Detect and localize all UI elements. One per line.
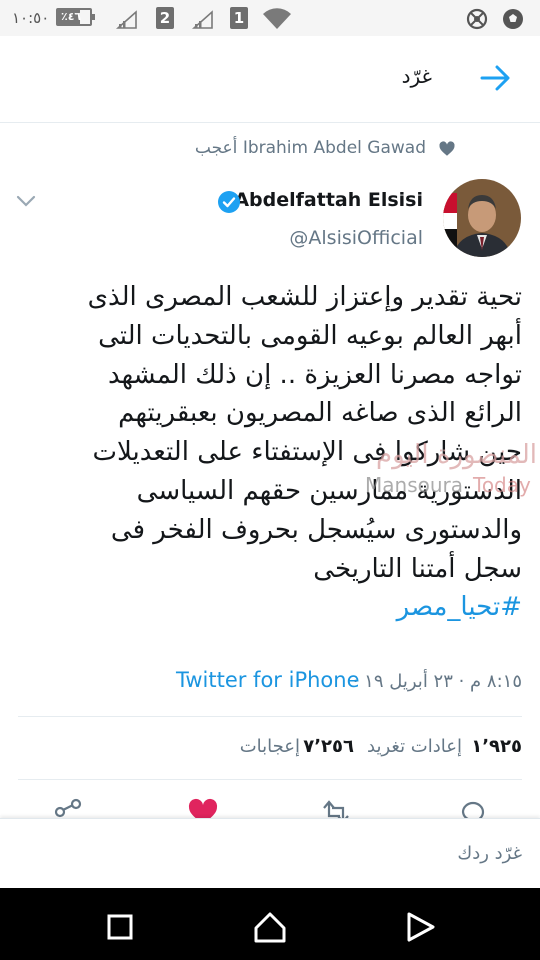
tweet-line: والدستورى سيُسجل بحروف الفخر فى: [110, 514, 522, 545]
liked-by-row: Ibrahim Abdel Gawad أعجب: [0, 138, 540, 162]
tweet-line: حين شاركوا فى الإستفتاء على التعديلات: [92, 437, 522, 468]
author-handle[interactable]: @AlsisiOfficial: [289, 227, 423, 249]
avatar-image: [443, 179, 521, 257]
tweet-text: تحية تقدير وإعتزاز للشعب المصرى الذى أبه…: [18, 278, 522, 627]
tweet-line: تواجه مصرنا العزيزة .. إن ذلك المشهد: [108, 359, 522, 390]
likes-label[interactable]: إعجابات: [240, 736, 300, 757]
android-nav-bar: [0, 888, 540, 960]
retweets-label[interactable]: إعادات تغريد: [367, 736, 462, 757]
tweet-line: الدستورية ممارسين حقهم السياسى: [136, 475, 522, 506]
wifi-icon: [263, 8, 291, 29]
soccer-ball-icon: [503, 9, 523, 29]
tweet-stats: ١٬٩٢٥ إعادات تغريد ٧٬٢٥٦ إعجابات: [0, 734, 540, 762]
tweet-line: أبهر العالم بوعيه القومى بالتحديات التى: [98, 320, 522, 351]
divider: [18, 779, 522, 780]
tweet-header: غرّد: [0, 36, 540, 123]
reply-bar[interactable]: غرّد ردك: [0, 818, 540, 889]
likes-count[interactable]: ٧٬٢٥٦: [303, 736, 354, 757]
tweet-timestamp: ٨:١٥ م · ٢٣ أبريل ١٩ ·: [352, 671, 522, 692]
retweet-icon[interactable]: [320, 798, 352, 818]
retweets-count[interactable]: ١٬٩٢٥: [471, 736, 522, 757]
heart-icon: [439, 141, 455, 156]
liked-by-text[interactable]: Ibrahim Abdel Gawad أعجب: [195, 138, 426, 158]
avatar[interactable]: [443, 179, 521, 257]
chevron-down-icon[interactable]: [14, 192, 38, 210]
hashtag-link[interactable]: #تحيا_مصر: [18, 588, 522, 627]
page-title: غرّد: [401, 64, 432, 88]
verified-badge-icon: [218, 191, 240, 213]
status-time: ١٠:٥٠: [12, 9, 50, 27]
like-icon[interactable]: [187, 798, 219, 818]
author-name[interactable]: Abdelfattah Elsisi: [234, 189, 423, 211]
reply-input[interactable]: غرّد ردك: [457, 843, 522, 864]
signal-icon: [116, 10, 137, 29]
tweet-line: تحية تقدير وإعتزاز للشعب المصرى الذى: [87, 282, 522, 312]
battery-icon: ٪٤٦: [56, 8, 95, 26]
nav-back-icon[interactable]: [403, 910, 437, 944]
tweet-meta: ٨:١٥ م · ٢٣ أبريل ١٩ · Twitter for iPhon…: [0, 668, 540, 698]
tweet-actions: [0, 796, 540, 818]
settings-wheel-icon: [466, 8, 488, 30]
tweet-line: الرائع الذى صاغه المصريون بعبقريتهم: [118, 398, 522, 429]
tweet-line: سجل أمتنا التاريخى: [313, 553, 522, 584]
back-arrow-icon[interactable]: [476, 60, 516, 96]
divider: [18, 716, 522, 717]
battery-label: ٪٤٦: [61, 10, 82, 23]
sim2-badge: 2: [156, 7, 174, 29]
tweet-source-link[interactable]: Twitter for iPhone: [176, 668, 360, 692]
share-icon[interactable]: [52, 798, 84, 818]
nav-recents-icon[interactable]: [103, 910, 137, 944]
status-bar: ١٠:٥٠ ٪٤٦ 2 1: [0, 0, 540, 36]
nav-home-icon[interactable]: [253, 910, 287, 944]
signal-icon-2: [192, 10, 213, 29]
sim1-badge: 1: [230, 7, 248, 29]
reply-icon[interactable]: [457, 798, 489, 818]
